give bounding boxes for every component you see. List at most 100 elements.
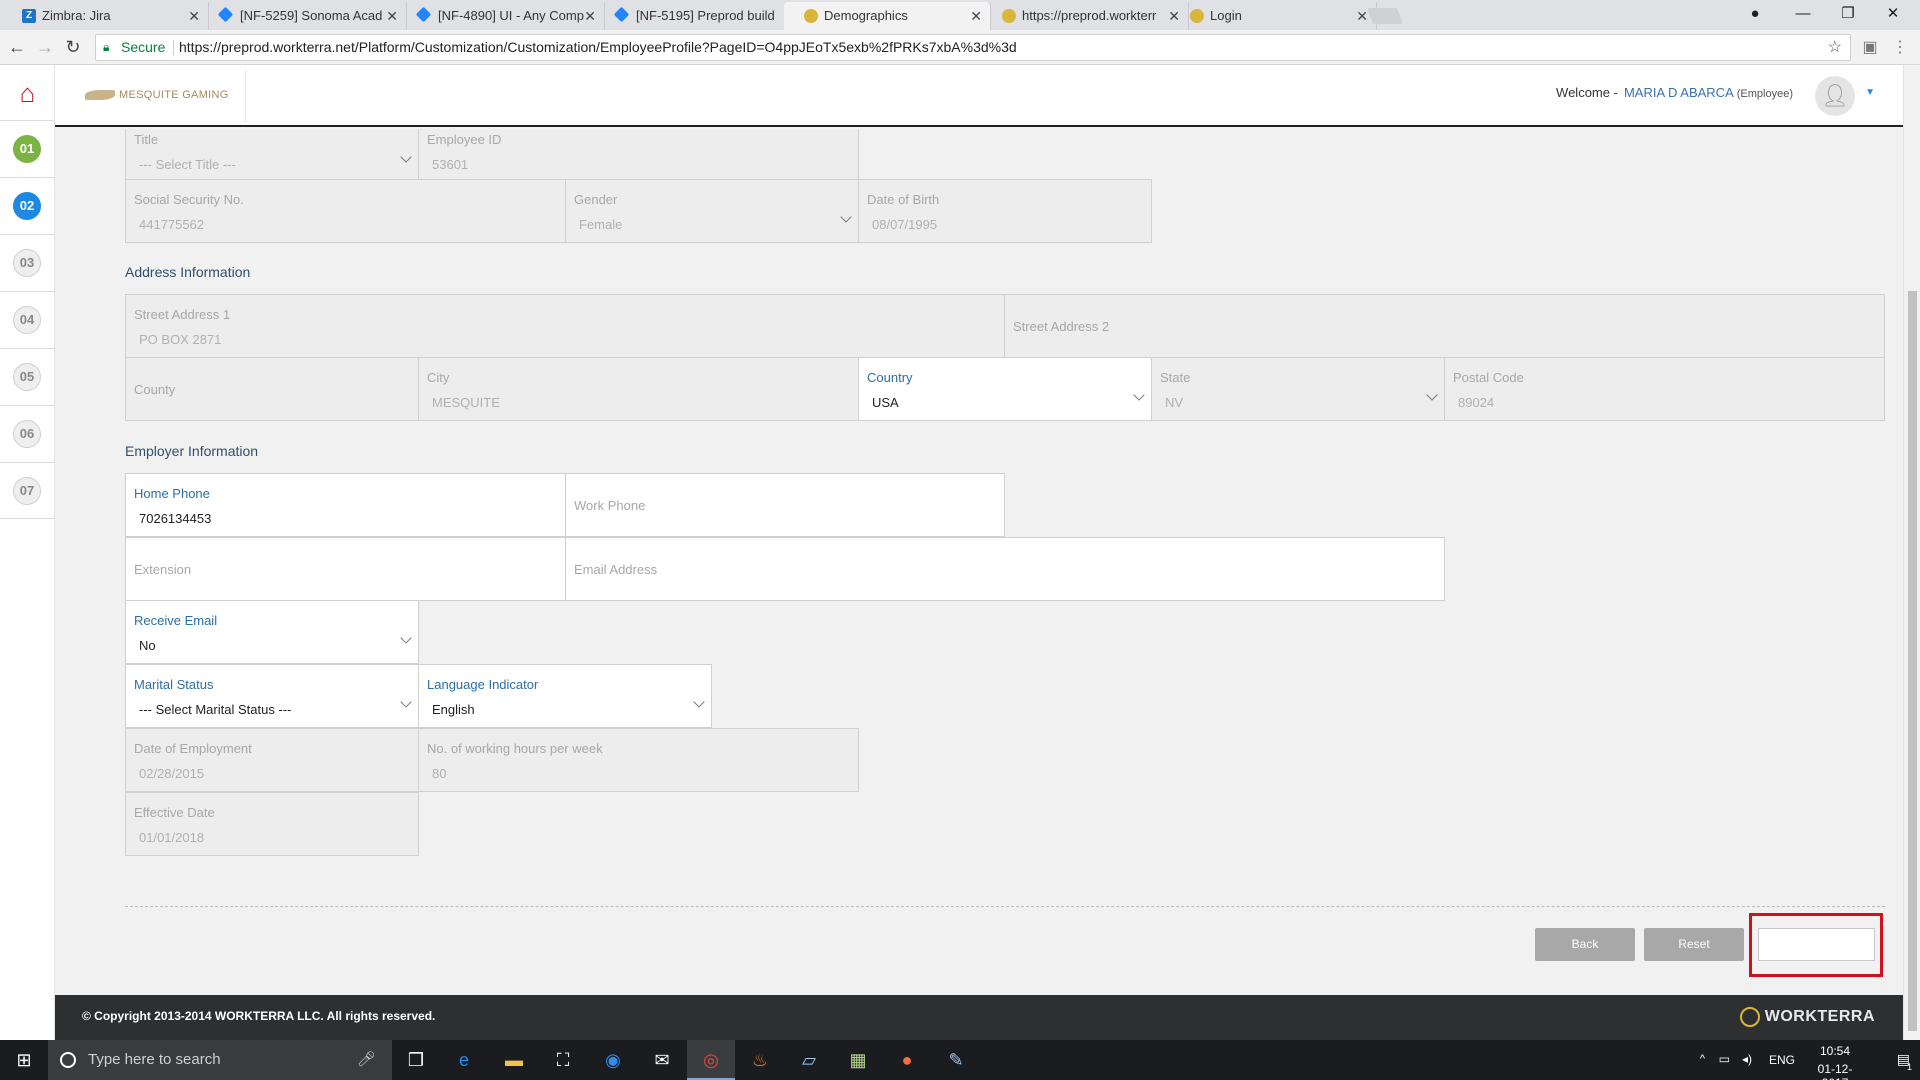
user-name[interactable]: MARIA D ABARCA (1624, 85, 1734, 100)
back-button[interactable]: Back (1535, 928, 1635, 961)
volume-icon[interactable]: ◂) (1742, 1052, 1752, 1066)
tab-preprod-workterra[interactable]: https://preprod.workterr ✕ (982, 2, 1189, 30)
field-value: MESQUITE (432, 395, 500, 410)
restore-button[interactable]: ❐ (1828, 0, 1868, 28)
step-02[interactable]: 02 (0, 177, 55, 234)
back-arrow-icon[interactable]: ← (4, 30, 30, 65)
microphone-icon[interactable]: 🎤︎ (357, 1040, 376, 1080)
demographics-form: Title --- Select Title --- Employee ID 5… (55, 129, 1903, 995)
chevron-down-icon (400, 696, 412, 708)
scrollbar[interactable] (1903, 65, 1920, 1040)
url-text[interactable]: https://preprod.workterra.net/Platform/C… (179, 35, 1017, 60)
field-label: Marital Status (134, 677, 214, 692)
tab-demographics[interactable]: Demographics ✕ (784, 2, 991, 30)
edge-icon[interactable]: e (440, 1040, 488, 1080)
new-tab-button[interactable] (1367, 8, 1403, 24)
work-phone-field[interactable]: Work Phone (565, 473, 1005, 537)
profile-icon[interactable]: ● (1735, 0, 1775, 28)
close-window-button[interactable]: ✕ (1873, 0, 1913, 28)
field-value: --- Select Marital Status --- (139, 702, 292, 717)
extension-field[interactable]: Extension (125, 537, 566, 601)
language-indicator[interactable]: ENG (1769, 1053, 1795, 1067)
date-of-employment-field: Date of Employment 02/28/2015 (125, 728, 419, 792)
tab-nf-5195[interactable]: [NF-5195] Preprod build ✕ (596, 2, 803, 30)
postal-code-field: Postal Code 89024 (1444, 357, 1885, 421)
clock-time[interactable]: 10:54 (1805, 1044, 1865, 1058)
reload-icon[interactable]: ↻ (60, 30, 86, 65)
app-footer: © Copyright 2013-2014 WORKTERRA LLC. All… (55, 995, 1903, 1040)
chevron-down-icon (693, 696, 705, 708)
field-label: Date of Employment (134, 741, 252, 756)
tab-login[interactable]: Login ✕ (1170, 2, 1377, 30)
field-label: Employee ID (427, 132, 502, 147)
tab-title: Demographics (824, 8, 908, 23)
taskbar-search-input[interactable]: Type here to search 🎤︎ (48, 1040, 392, 1080)
field-placeholder: Extension (134, 562, 192, 577)
minimize-button[interactable]: — (1783, 0, 1823, 28)
title-select[interactable]: Title --- Select Title --- (125, 129, 419, 183)
dob-field: Date of Birth 08/07/1995 (858, 179, 1152, 243)
email-address-field[interactable]: Email Address (565, 537, 1445, 601)
chevron-down-icon[interactable]: ▼ (1865, 87, 1875, 98)
field-value: 80 (432, 766, 447, 781)
field-label: State (1160, 370, 1191, 385)
country-select[interactable]: Country USA (858, 357, 1152, 421)
address-bar[interactable]: 🔒︎ Secure https://preprod.workterra.net/… (95, 34, 1851, 61)
field-value: 7026134453 (139, 511, 212, 526)
welcome-text: Welcome - MARIA D ABARCA (Employee) (1556, 85, 1793, 100)
receive-email-select[interactable]: Receive Email No (125, 600, 419, 664)
notepad-icon[interactable]: ▱ (785, 1040, 833, 1080)
field-value: NV (1165, 395, 1184, 410)
task-view-icon[interactable]: ❒ (392, 1040, 440, 1080)
firefox-dev-icon[interactable]: ♨ (736, 1040, 784, 1080)
paint-icon[interactable]: ✎ (932, 1040, 980, 1080)
field-label: Title (134, 132, 159, 147)
network-icon[interactable]: ▭ (1719, 1052, 1730, 1066)
chevron-up-icon[interactable]: ^ (1700, 1053, 1705, 1065)
scrollbar-thumb[interactable] (1908, 291, 1917, 1031)
step-03[interactable]: 03 (0, 234, 55, 291)
step-number: 02 (13, 192, 41, 220)
step-06[interactable]: 06 (0, 405, 55, 462)
extension-icon[interactable]: ▣ (1858, 36, 1882, 60)
home-icon[interactable]: ⌂ (0, 69, 55, 117)
home-phone-field[interactable]: Home Phone 7026134453 (125, 473, 566, 537)
marital-status-select[interactable]: Marital Status --- Select Marital Status… (125, 664, 419, 728)
close-tab-icon[interactable]: ✕ (1356, 2, 1368, 30)
step-01[interactable]: 01 (0, 120, 55, 177)
tab-title: [NF-5195] Preprod build (636, 8, 775, 23)
spreadsheet-icon[interactable]: ▦ (834, 1040, 882, 1080)
store-icon[interactable]: ⛶ (539, 1040, 587, 1080)
field-value: 01/01/2018 (139, 830, 205, 845)
mail-icon[interactable]: ✉ (638, 1040, 686, 1080)
close-tab-icon[interactable]: ✕ (386, 2, 398, 30)
bookmark-star-icon[interactable]: ☆ (1828, 35, 1842, 60)
forward-arrow-icon[interactable]: → (32, 30, 58, 65)
close-tab-icon[interactable]: ✕ (584, 2, 596, 30)
close-tab-icon[interactable]: ✕ (188, 2, 200, 30)
chrome-menu-icon[interactable]: ⋮ (1888, 36, 1912, 60)
clock-date[interactable]: 01-12-2017 (1805, 1062, 1865, 1080)
field-label: Home Phone (134, 486, 210, 501)
field-placeholder: Street Address 2 (1013, 319, 1110, 334)
windows-start-icon[interactable]: ⊞ (0, 1040, 48, 1080)
chrome-icon[interactable]: ◎ (687, 1040, 735, 1080)
step-04[interactable]: 04 (0, 291, 55, 348)
workterra-icon (1190, 9, 1204, 23)
close-tab-icon[interactable]: ✕ (970, 2, 982, 30)
field-label: Date of Birth (867, 192, 940, 207)
file-explorer-icon[interactable]: ▬ (490, 1040, 538, 1080)
reset-button[interactable]: Reset (1644, 928, 1744, 961)
workterra-logo: WORKTERRA (1739, 1007, 1875, 1027)
firefox-icon[interactable]: ● (883, 1040, 931, 1080)
app-icon[interactable]: ◉ (589, 1040, 637, 1080)
company-logo[interactable]: MESQUITE GAMING (85, 83, 235, 107)
tab-nf-4890[interactable]: [NF-4890] UI - Any Comp ✕ (398, 2, 605, 30)
step-07[interactable]: 07 (0, 462, 55, 519)
tab-nf-5259[interactable]: [NF-5259] Sonoma Acad ✕ (200, 2, 407, 30)
language-indicator-select[interactable]: Language Indicator English (418, 664, 712, 728)
tab-zimbra-jira[interactable]: Z Zimbra: Jira ✕ (2, 2, 209, 30)
step-05[interactable]: 05 (0, 348, 55, 405)
field-placeholder: Work Phone (574, 498, 646, 513)
avatar[interactable]: 👤︎ (1815, 76, 1855, 116)
